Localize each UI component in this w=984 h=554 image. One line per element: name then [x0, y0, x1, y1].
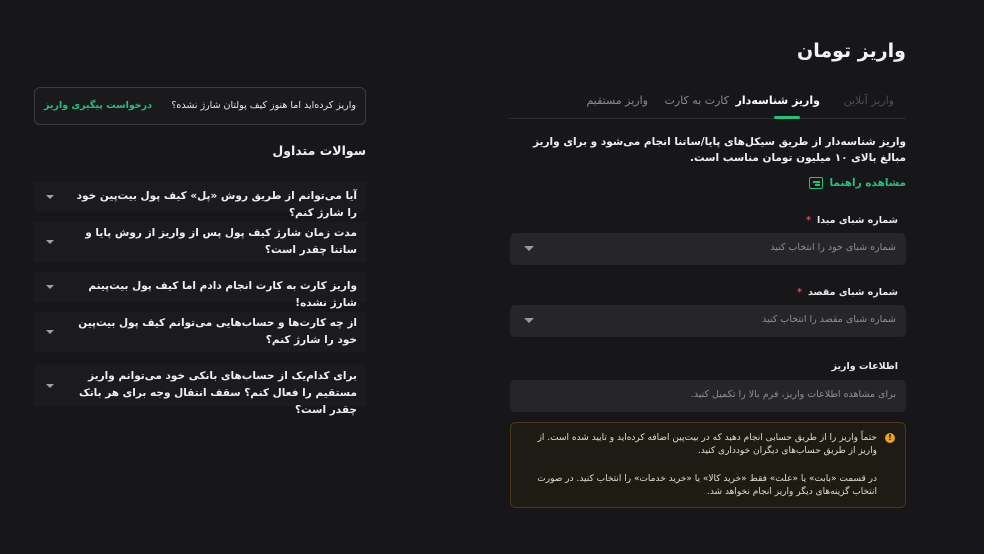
source-sheba-select[interactable]: شماره شبای خود را انتخاب کنید	[510, 233, 906, 265]
source-sheba-placeholder: شماره شبای خود را انتخاب کنید	[770, 242, 896, 253]
page-title: واریز تومان	[797, 40, 906, 62]
dest-sheba-placeholder: شماره شبای مقصد را انتخاب کنید	[762, 314, 896, 325]
warning-text-2: در قسمت «بابت» یا «علت» فقط «خرید کالا» …	[537, 474, 877, 497]
required-mark: *	[796, 287, 802, 298]
tab-direct-deposit[interactable]: واریز مستقیم	[586, 94, 648, 107]
faq-question: آیا می‌توانم از طریق روش «پل» کیف پول بی…	[76, 190, 357, 219]
deposit-info-label: اطلاعات واریز	[831, 361, 898, 372]
guide-label: مشاهده راهنما	[829, 177, 906, 189]
faq-item[interactable]: از چه کارت‌ها و حساب‌هایی می‌توانم کیف پ…	[34, 312, 366, 352]
source-sheba-label: شماره شبای مبدا*	[806, 215, 898, 226]
deposit-description: واریز شناسه‌دار از طریق سیکل‌های پایا/سا…	[533, 136, 906, 164]
chevron-down-icon	[46, 330, 54, 334]
deposit-tabs: واریز آنلاین واریز شناسه‌دار کارت به کار…	[509, 86, 906, 119]
tab-card-to-card[interactable]: کارت به کارت	[665, 94, 729, 107]
chevron-down-icon	[46, 240, 54, 244]
warning-notice: ! حتماً واریز را از طریق حسابی انجام دهی…	[510, 422, 906, 508]
deposit-tracking-box: واریز کرده‌اید اما هنوز کیف پولتان شارژ …	[34, 87, 366, 125]
chevron-down-icon	[524, 246, 534, 251]
required-mark: *	[806, 215, 812, 226]
chevron-down-icon	[46, 285, 54, 289]
active-tab-indicator	[774, 116, 800, 119]
faq-item[interactable]: مدت زمان شارژ کیف پول پس از واریز از روش…	[34, 222, 366, 262]
tab-online-deposit[interactable]: واریز آنلاین	[844, 94, 894, 107]
faq-question: برای کدام‌یک از حساب‌های بانکی خود می‌تو…	[78, 370, 357, 416]
chevron-down-icon	[524, 318, 534, 323]
chevron-down-icon	[46, 195, 54, 199]
tab-id-deposit[interactable]: واریز شناسه‌دار	[736, 94, 820, 107]
faq-item[interactable]: برای کدام‌یک از حساب‌های بانکی خود می‌تو…	[34, 364, 366, 416]
document-icon	[809, 177, 824, 189]
deposit-info-placeholder: برای مشاهده اطلاعات واریز، فرم بالا را ت…	[690, 389, 896, 400]
dest-sheba-select[interactable]: شماره شبای مقصد را انتخاب کنید	[510, 305, 906, 337]
faq-item[interactable]: واریز کارت به کارت انجام دادم اما کیف پو…	[34, 272, 366, 309]
faq-question: مدت زمان شارژ کیف پول پس از واریز از روش…	[85, 227, 357, 256]
warning-text-1: حتماً واریز را از طریق حسابی انجام دهید …	[537, 433, 877, 456]
tracking-question: واریز کرده‌اید اما هنوز کیف پولتان شارژ …	[171, 100, 356, 111]
faq-item[interactable]: آیا می‌توانم از طریق روش «پل» کیف پول بی…	[34, 182, 366, 219]
dest-sheba-label: شماره شبای مقصد*	[796, 287, 898, 298]
deposit-info-box: برای مشاهده اطلاعات واریز، فرم بالا را ت…	[510, 380, 906, 412]
tracking-request-link[interactable]: درخواست پیگیری واریز	[44, 100, 152, 111]
warning-icon: !	[885, 433, 895, 443]
faq-question: واریز کارت به کارت انجام دادم اما کیف پو…	[88, 280, 357, 309]
faq-title: سوالات متداول	[272, 143, 366, 158]
chevron-down-icon	[46, 384, 54, 388]
faq-question: از چه کارت‌ها و حساب‌هایی می‌توانم کیف پ…	[78, 317, 357, 346]
view-guide-link[interactable]: مشاهده راهنما	[809, 177, 906, 189]
